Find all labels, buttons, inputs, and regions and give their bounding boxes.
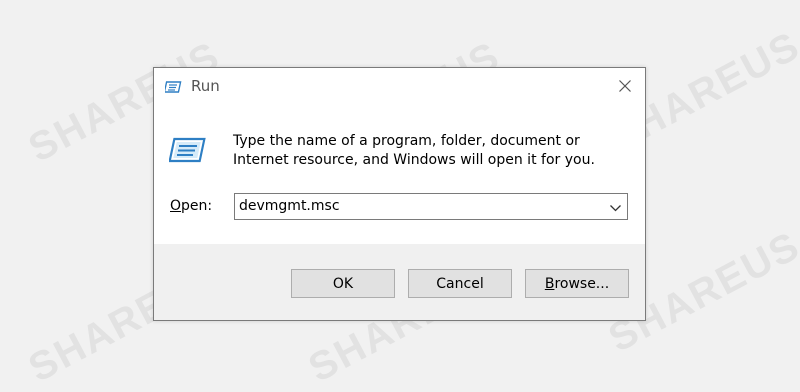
cancel-button[interactable]: Cancel [408, 269, 512, 298]
title-bar[interactable]: Run [154, 68, 645, 104]
button-bar: OK Cancel Browse... [154, 244, 645, 320]
dialog-title: Run [191, 77, 220, 95]
open-input[interactable]: devmgmt.msc [239, 198, 340, 214]
dialog-description: Type the name of a program, folder, docu… [233, 133, 595, 168]
ok-button[interactable]: OK [291, 269, 395, 298]
close-icon [619, 77, 631, 96]
chevron-down-icon [609, 197, 621, 216]
close-button[interactable] [605, 68, 645, 104]
run-icon [168, 136, 209, 166]
browse-label: rowse... [554, 275, 610, 292]
run-dialog: Run Type the name of a program, folder, … [153, 67, 646, 321]
run-icon [163, 79, 183, 93]
browse-button[interactable]: Browse... [525, 269, 629, 298]
open-label-accelerator: O [170, 198, 182, 214]
open-label-text: pen: [181, 198, 213, 214]
browse-accelerator: B [544, 275, 555, 292]
open-label: Open: [170, 198, 212, 214]
open-combobox[interactable]: devmgmt.msc [234, 193, 628, 220]
dropdown-button[interactable] [603, 194, 627, 219]
